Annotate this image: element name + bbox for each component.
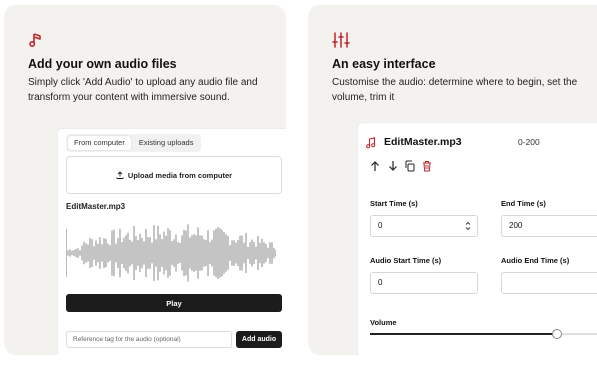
audio-range: 0-200 — [518, 137, 540, 147]
audio-file-name: EditMaster.mp3 — [384, 136, 462, 148]
start-time-label: Start Time (s) — [370, 199, 418, 208]
audio-end-time-input[interactable] — [501, 272, 597, 294]
upload-media-button[interactable]: Upload media from computer — [66, 156, 282, 194]
tab-existing-uploads[interactable]: Existing uploads — [133, 136, 200, 150]
copy-icon[interactable] — [405, 160, 415, 172]
volume-slider-fill — [370, 333, 558, 335]
card-description: Simply click 'Add Audio' to upload any a… — [28, 77, 258, 103]
audio-start-time-value: 0 — [378, 278, 383, 287]
audio-start-time-input[interactable]: 0 — [370, 272, 478, 294]
start-time-input[interactable]: 0 — [370, 215, 478, 237]
trash-icon[interactable] — [422, 160, 432, 172]
card-description: Customise the audio: determine where to … — [332, 77, 578, 103]
card-title: An easy interface — [332, 57, 436, 71]
upload-tabs: From computer Existing uploads — [66, 134, 202, 152]
upload-panel: From computer Existing uploads Upload me… — [58, 129, 286, 355]
audio-end-time-label: Audio End Time (s) — [501, 256, 570, 265]
audio-waveform[interactable] — [66, 217, 276, 289]
tab-from-computer[interactable]: From computer — [68, 136, 131, 150]
music-note-icon — [29, 33, 41, 48]
feature-card-upload: Add your own audio files Simply click 'A… — [4, 5, 286, 355]
reference-tag-input[interactable] — [66, 331, 232, 348]
end-time-input[interactable]: 200 — [501, 215, 597, 237]
stepper-arrows-icon[interactable] — [465, 220, 471, 232]
start-time-value: 0 — [378, 221, 383, 230]
sliders-icon — [332, 32, 350, 48]
upload-media-label: Upload media from computer — [127, 170, 233, 180]
audio-settings-panel: EditMaster.mp3 0-200 Start Time (s) 0 En… — [358, 123, 597, 355]
upload-icon — [116, 171, 124, 179]
card-title: Add your own audio files — [28, 57, 177, 71]
volume-slider[interactable] — [370, 329, 597, 339]
arrow-down-icon[interactable] — [388, 160, 398, 172]
feature-card-interface: An easy interface Customise the audio: d… — [308, 5, 597, 355]
volume-label: Volume — [370, 318, 397, 327]
audio-start-time-label: Audio Start Time (s) — [370, 256, 442, 265]
end-time-label: End Time (s) — [501, 199, 546, 208]
play-button[interactable]: Play — [66, 294, 282, 312]
music-note-icon — [366, 137, 376, 149]
arrow-up-icon[interactable] — [370, 160, 380, 172]
file-name: EditMaster.mp3 — [66, 202, 126, 211]
add-audio-button[interactable]: Add audio — [236, 331, 282, 348]
end-time-value: 200 — [509, 221, 523, 230]
